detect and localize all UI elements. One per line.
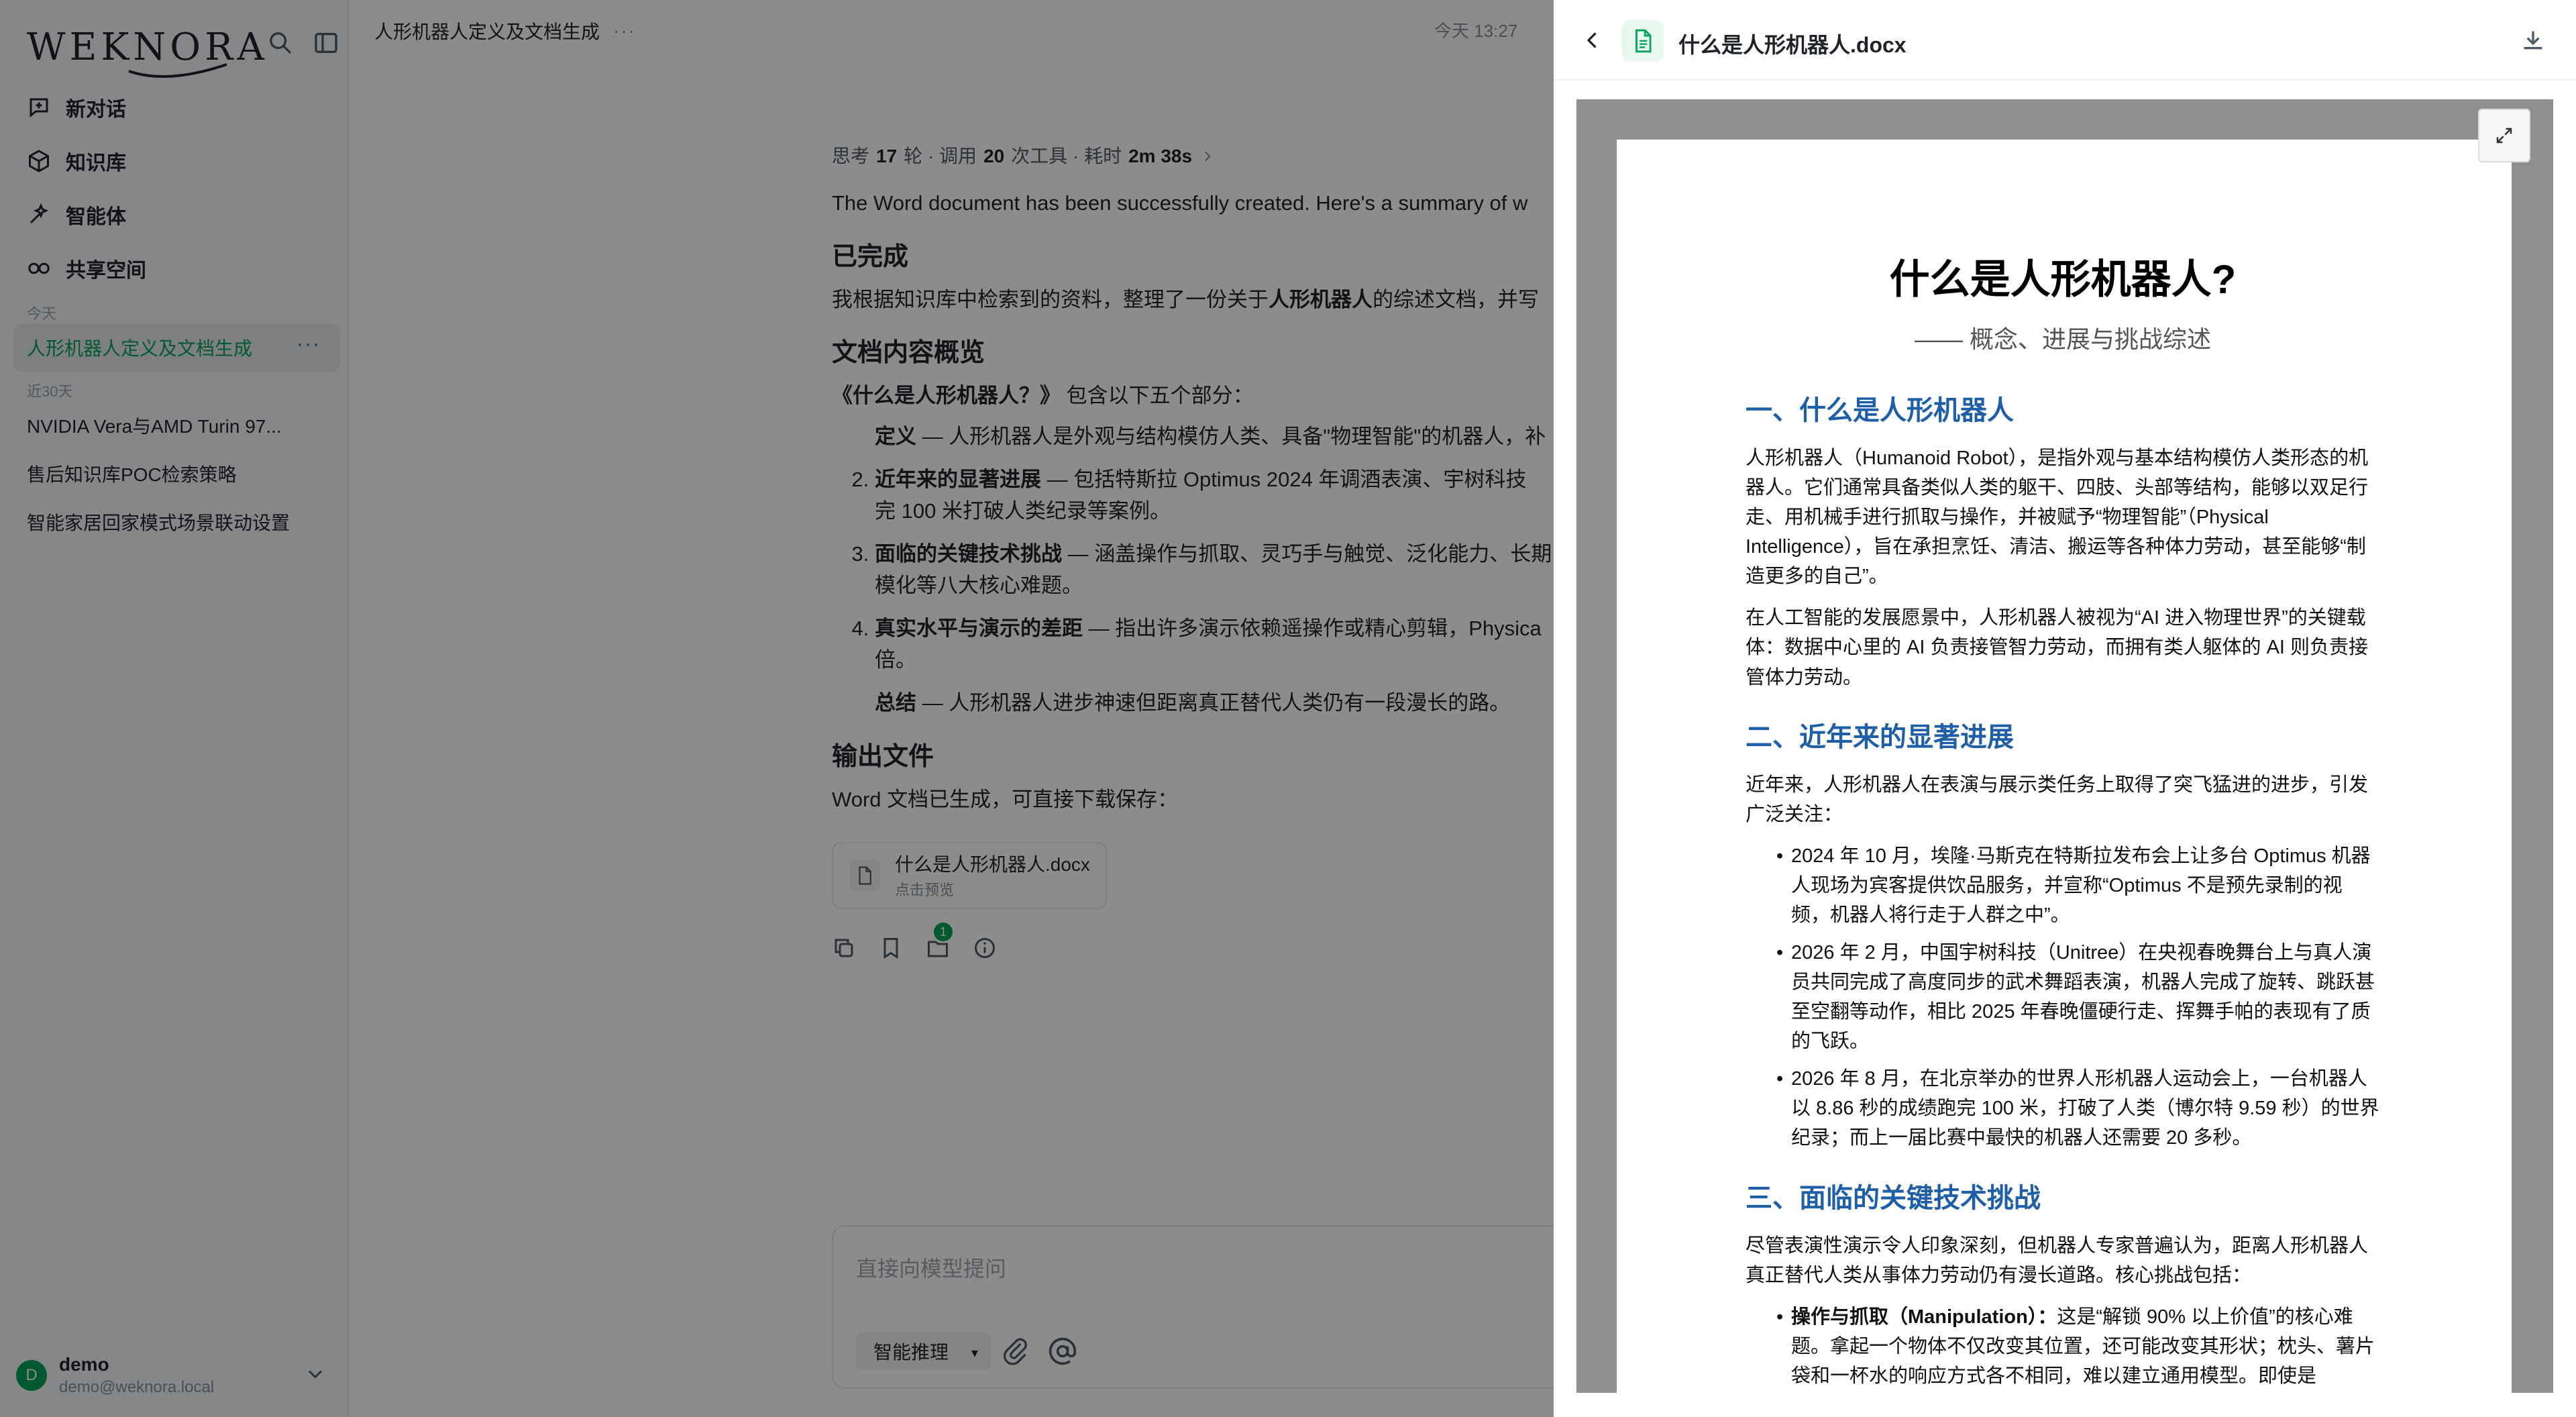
doc-bullet-term: 操作与抓取（Manipulation）： xyxy=(1791,1306,2057,1328)
docx-file-icon xyxy=(1622,20,1664,62)
modal-overlay[interactable] xyxy=(0,0,1554,1417)
doc-heading: 二、近年来的显著进展 xyxy=(1746,722,2014,752)
doc-title: 什么是人形机器人? xyxy=(1889,257,2237,302)
doc-heading: 一、什么是人形机器人 xyxy=(1746,396,2014,425)
doc-paragraph: 近年来，人形机器人在表演与展示类任务上取得了突飞猛进的进步，引发广泛关注： xyxy=(1746,774,2369,825)
expand-button[interactable] xyxy=(2478,109,2530,162)
back-icon[interactable] xyxy=(1580,28,1605,52)
document-viewer[interactable]: 什么是人形机器人? —— 概念、进展与挑战综述 一、什么是人形机器人 人形机器人… xyxy=(1576,99,2553,1393)
doc-bullet-list: 操作与抓取（Manipulation）：这是“解锁 90% 以上价值”的核心难题… xyxy=(1746,1302,2380,1391)
preview-title: 什么是人形机器人.docx xyxy=(1678,33,1907,57)
preview-header: 什么是人形机器人.docx xyxy=(1554,0,2576,81)
download-icon[interactable] xyxy=(2520,27,2546,54)
doc-paragraph: 在人工智能的发展愿景中，人形机器人被视为“AI 进入物理世界”的关键载体：数据中… xyxy=(1746,607,2369,688)
doc-bullet: 操作与抓取（Manipulation）：这是“解锁 90% 以上价值”的核心难题… xyxy=(1776,1302,2380,1391)
doc-subtitle: —— 概念、进展与挑战综述 xyxy=(1914,325,2211,353)
doc-bullet: 2026 年 2 月，中国宇树科技（Unitree）在央视春晚舞台上与真人演员共… xyxy=(1776,938,2380,1056)
doc-paragraph: 人形机器人（Humanoid Robot），是指外观与基本结构模仿人类形态的机器… xyxy=(1746,448,2369,588)
doc-bullet: 2024 年 10 月，埃隆·马斯克在特斯拉发布会上让多台 Optimus 机器… xyxy=(1776,841,2380,930)
preview-panel: 什么是人形机器人.docx 什么是人形机器人? —— 概念、进展与挑战综述 一、… xyxy=(1554,0,2576,1417)
doc-paragraph: 尽管表演性演示令人印象深刻，但机器人专家普遍认为，距离人形机器人真正替代人类从事… xyxy=(1746,1235,2369,1286)
doc-heading: 三、面临的关键技术挑战 xyxy=(1746,1183,2041,1213)
doc-bullet: 2026 年 8 月，在北京举办的世界人形机器人运动会上，一台机器人以 8.86… xyxy=(1776,1064,2380,1153)
expand-icon xyxy=(2496,127,2512,144)
document-page: 什么是人形机器人? —— 概念、进展与挑战综述 一、什么是人形机器人 人形机器人… xyxy=(1617,140,2512,1393)
doc-bullet-list: 2024 年 10 月，埃隆·马斯克在特斯拉发布会上让多台 Optimus 机器… xyxy=(1746,841,2380,1153)
